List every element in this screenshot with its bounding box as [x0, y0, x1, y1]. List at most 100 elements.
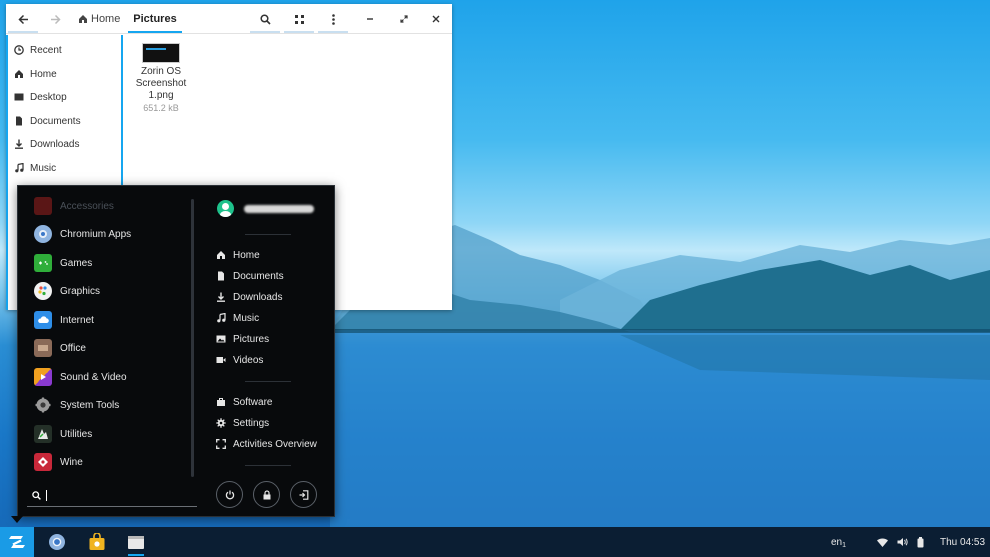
back-button-underline [8, 31, 38, 33]
category-label: Chromium Apps [60, 228, 132, 240]
close-icon [432, 15, 440, 23]
category-accessories[interactable]: Accessories [34, 195, 114, 217]
sidebar-item-label: Documents [30, 115, 81, 127]
document-icon [218, 271, 224, 281]
software-icon [217, 398, 225, 406]
logout-button[interactable] [290, 481, 317, 508]
wifi-icon [877, 537, 888, 547]
place-home[interactable]: Home [216, 246, 260, 264]
taskbar-software[interactable] [82, 527, 112, 557]
sidebar-item-documents[interactable]: Documents [14, 111, 81, 131]
taskbar: en 1 Thu 04:53 [0, 527, 990, 557]
close-button[interactable] [422, 4, 450, 34]
category-system-tools[interactable]: System Tools [34, 394, 119, 416]
forward-button[interactable] [40, 4, 70, 34]
taskbar-chromium[interactable] [42, 527, 72, 557]
category-chromium-apps[interactable]: Chromium Apps [34, 223, 131, 245]
menu-item-settings[interactable]: Settings [216, 414, 269, 432]
music-icon [15, 163, 24, 173]
zorin-menu-button[interactable] [0, 527, 34, 557]
more-vertical-icon [331, 13, 335, 25]
keyboard-layout-label: en [831, 536, 843, 548]
menu-item-label: Settings [233, 417, 270, 429]
category-label: Utilities [60, 428, 93, 440]
divider [245, 234, 291, 235]
games-icon [34, 254, 52, 272]
sound-video-icon [34, 368, 52, 386]
minimize-button[interactable] [356, 4, 384, 34]
maximize-button[interactable] [390, 4, 418, 34]
category-wine[interactable]: Wine [34, 451, 83, 473]
clock-label: Thu 04:53 [940, 536, 986, 548]
view-mode-button[interactable] [284, 4, 314, 34]
battery-icon [917, 536, 924, 547]
arrow-left-icon [17, 14, 28, 24]
music-icon [217, 313, 226, 323]
category-games[interactable]: Games [34, 252, 92, 274]
clock[interactable]: Thu 04:53 [940, 527, 985, 557]
place-documents[interactable]: Documents [216, 267, 284, 285]
text-cursor [46, 490, 47, 501]
menu-pointer [11, 516, 23, 523]
sidebar-item-downloads[interactable]: Downloads [14, 134, 79, 154]
category-office[interactable]: Office [34, 337, 86, 359]
sidebar-item-recent[interactable]: Recent [14, 40, 62, 60]
home-icon [79, 15, 87, 23]
divider [245, 465, 291, 466]
sidebar-item-label: Downloads [30, 138, 80, 150]
place-videos[interactable]: Videos [216, 351, 263, 369]
category-utilities[interactable]: Utilities [34, 423, 92, 445]
menu-item-label: Activities Overview [233, 438, 317, 450]
chromium-icon [34, 225, 52, 243]
power-icon [225, 490, 234, 499]
user-account[interactable] [217, 200, 314, 217]
category-label: Internet [60, 314, 94, 326]
category-label: Office [60, 342, 86, 354]
internet-icon [34, 311, 52, 329]
sidebar-item-desktop[interactable]: Desktop [14, 87, 67, 107]
menu-button[interactable] [318, 4, 348, 34]
document-icon [16, 116, 22, 126]
category-scrollbar[interactable] [191, 199, 194, 477]
search-button[interactable] [250, 4, 280, 34]
menu-item-software[interactable]: Software [216, 393, 272, 411]
breadcrumb-active-indicator [128, 31, 182, 33]
category-internet[interactable]: Internet [34, 309, 94, 331]
keyboard-layout-sub: 1 [842, 541, 847, 549]
place-pictures[interactable]: Pictures [216, 330, 269, 348]
back-button[interactable] [8, 4, 38, 34]
menu-search-field[interactable] [27, 485, 197, 507]
home-icon [217, 251, 225, 259]
breadcrumb-current-label: Pictures [133, 13, 177, 25]
file-name-line1: Zorin OS [140, 66, 181, 77]
keyboard-layout-indicator[interactable]: en 1 [831, 527, 846, 557]
window-header: Home Pictures [6, 4, 452, 34]
search-icon [259, 13, 271, 25]
category-label: Accessories [60, 200, 114, 212]
file-size: 651.2 kB [143, 103, 179, 113]
lock-button[interactable] [253, 481, 280, 508]
place-label: Downloads [233, 291, 283, 303]
place-label: Pictures [233, 333, 270, 345]
sidebar-item-home[interactable]: Home [14, 64, 57, 84]
menu-button-underline [318, 31, 348, 33]
logout-icon [299, 489, 308, 500]
taskbar-files[interactable] [121, 527, 151, 557]
power-button[interactable] [216, 481, 243, 508]
minimize-icon [367, 18, 373, 20]
search-icon [32, 491, 41, 500]
desktop-icon [14, 93, 24, 101]
menu-item-activities-overview[interactable]: Activities Overview [216, 435, 317, 453]
breadcrumb-home[interactable]: Home [78, 4, 120, 34]
graphics-icon [34, 282, 52, 300]
place-music[interactable]: Music [216, 309, 259, 327]
breadcrumb-home-label: Home [91, 13, 121, 25]
picture-icon [216, 335, 226, 343]
sidebar-item-music[interactable]: Music [14, 158, 56, 178]
place-downloads[interactable]: Downloads [216, 288, 282, 306]
file-item[interactable]: Zorin OS Screenshot 1.png 651.2 kB [133, 43, 189, 113]
breadcrumb-current[interactable]: Pictures [128, 4, 182, 34]
category-graphics[interactable]: Graphics [34, 280, 100, 302]
system-tray[interactable] [877, 527, 924, 557]
category-sound-video[interactable]: Sound & Video [34, 366, 127, 388]
